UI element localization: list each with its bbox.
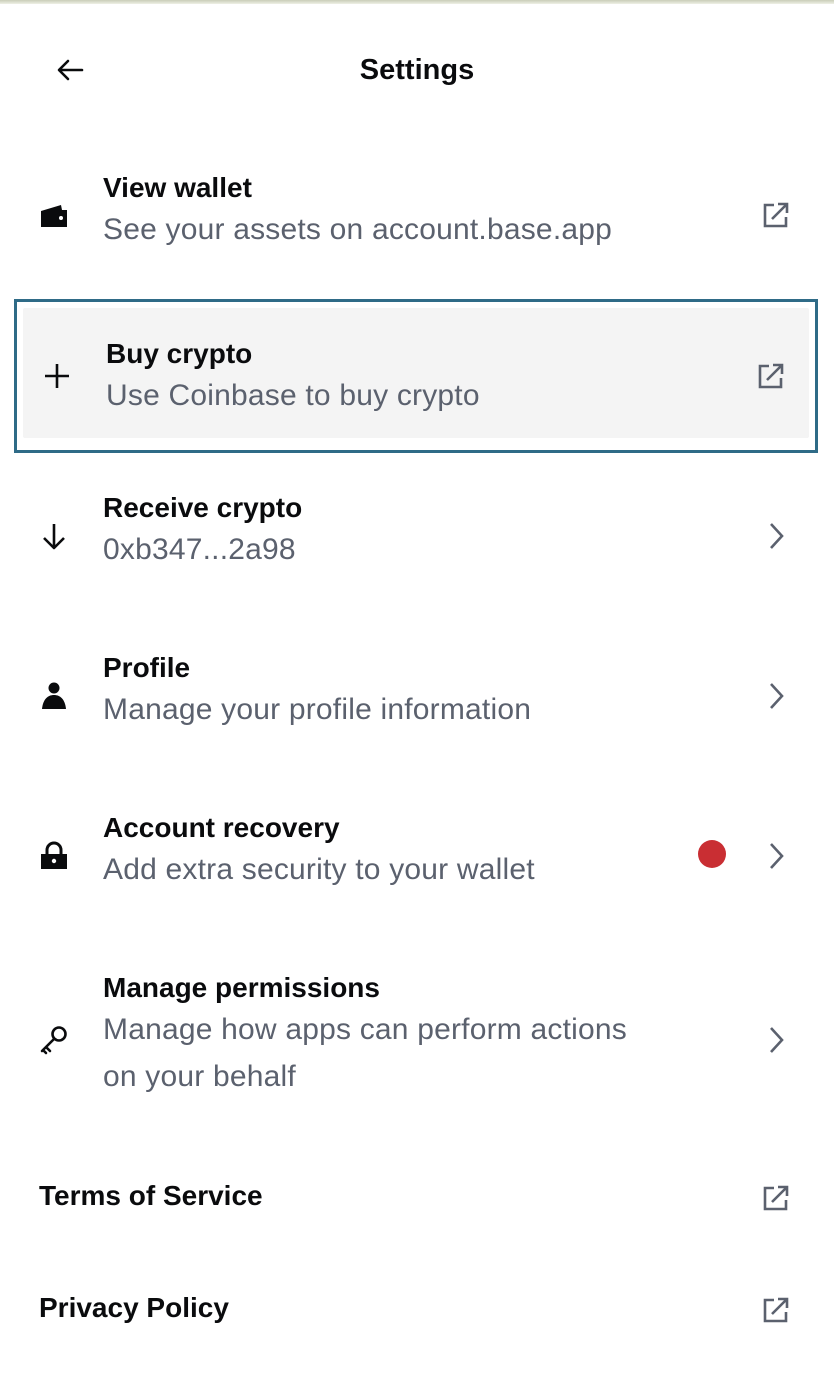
menu-item-label: Manage permissions <box>103 972 380 1003</box>
menu-item-label: Profile <box>103 652 191 683</box>
wallet-icon <box>36 198 72 234</box>
plus-icon <box>39 358 75 394</box>
menu-item-subtitle: Manage your profile information <box>103 693 532 726</box>
menu-item-label: Account recovery <box>103 812 340 843</box>
menu-item-receive-crypto[interactable]: Receive crypto 0xb347...2a98 <box>0 490 834 590</box>
chevron-right-icon <box>758 518 794 554</box>
menu-item-subtitle: Use Coinbase to buy crypto <box>106 379 480 412</box>
external-link-icon <box>753 358 789 394</box>
menu-item-label: Buy crypto <box>106 338 253 369</box>
chevron-right-icon <box>758 838 794 874</box>
menu-item-label: View wallet <box>103 172 252 203</box>
menu-item-subtitle-line1: Manage how apps can perform actions <box>103 1013 627 1046</box>
arrow-down-icon <box>36 518 72 554</box>
link-label: Privacy Policy <box>39 1292 229 1323</box>
menu-item-texts: Buy crypto Use Coinbase to buy crypto <box>106 336 685 420</box>
menu-item-buy-crypto[interactable]: Buy crypto Use Coinbase to buy crypto <box>14 299 818 453</box>
settings-header: Settings <box>0 30 834 110</box>
menu-item-account-recovery[interactable]: Account recovery Add extra security to y… <box>0 810 834 910</box>
menu-item-label: Receive crypto <box>103 492 303 523</box>
menu-item-subtitle-line2: on your behalf <box>103 1060 296 1093</box>
menu-item-subtitle: Add extra security to your wallet <box>103 853 535 886</box>
person-icon <box>36 678 72 714</box>
menu-item-manage-permissions[interactable]: Manage permissions Manage how apps can p… <box>0 970 834 1110</box>
external-link-icon <box>758 197 794 233</box>
external-link-icon <box>758 1292 794 1328</box>
menu-item-texts: Manage permissions Manage how apps can p… <box>103 970 704 1101</box>
menu-item-texts: Account recovery Add extra security to y… <box>103 810 704 894</box>
lock-icon <box>36 838 72 874</box>
external-link-icon <box>758 1180 794 1216</box>
window-top-edge <box>0 0 834 4</box>
settings-page: Settings View wallet See your assets on … <box>0 0 834 1392</box>
menu-item-view-wallet[interactable]: View wallet See your assets on account.b… <box>0 170 834 270</box>
notification-dot <box>698 840 726 868</box>
page-title: Settings <box>359 54 475 86</box>
terms-of-service-link[interactable]: Terms of Service <box>0 1164 834 1234</box>
privacy-policy-link[interactable]: Privacy Policy <box>0 1276 834 1346</box>
chevron-right-icon <box>758 678 794 714</box>
key-icon <box>36 1022 72 1058</box>
wallet-address: 0xb347...2a98 <box>103 533 296 566</box>
link-label: Terms of Service <box>39 1180 263 1211</box>
menu-item-subtitle: See your assets on account.base.app <box>103 213 613 246</box>
chevron-right-icon <box>758 1022 794 1058</box>
menu-item-texts: Profile Manage your profile information <box>103 650 704 734</box>
menu-item-profile[interactable]: Profile Manage your profile information <box>0 650 834 750</box>
menu-item-texts: View wallet See your assets on account.b… <box>103 170 704 254</box>
menu-item-texts: Receive crypto 0xb347...2a98 <box>103 490 704 574</box>
